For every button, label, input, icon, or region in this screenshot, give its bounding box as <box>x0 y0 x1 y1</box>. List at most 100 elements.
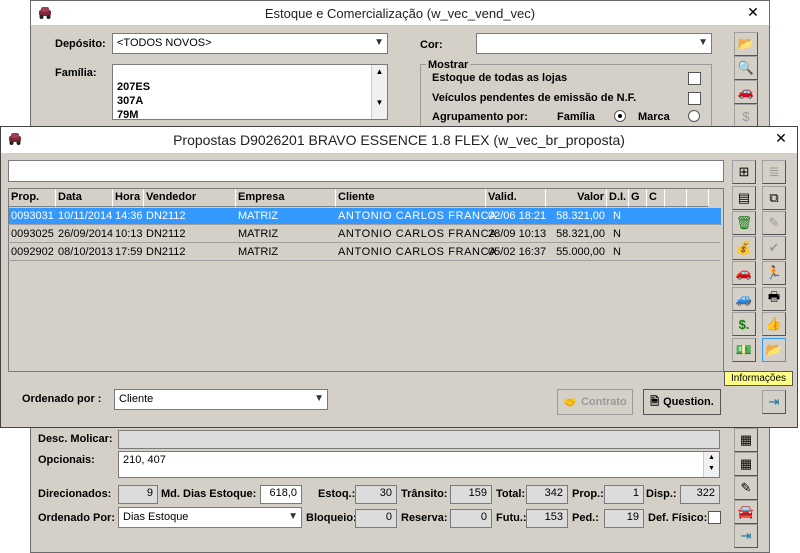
column-header-c[interactable]: C <box>647 189 665 207</box>
veiculos-pendentes-checkbox[interactable] <box>688 92 701 105</box>
opcionais-scrollbar[interactable]: ▲ ▼ <box>703 452 719 477</box>
opcionais-field: 210, 407 ▲ ▼ <box>118 451 720 478</box>
cell-empresa: MATRIZ <box>238 246 279 258</box>
checkmark-icon: ✔ <box>768 240 780 255</box>
add-row-button[interactable]: ⊞ <box>732 160 756 184</box>
column-header-data[interactable]: Data <box>56 189 113 207</box>
column-header-valid[interactable]: Valid. <box>486 189 546 207</box>
printer-icon: 🖶 <box>767 289 781 304</box>
cell-valor: 58.321,00 <box>556 210 605 222</box>
close-icon[interactable]: ✕ <box>773 130 789 146</box>
column-header-prop[interactable]: Prop. <box>9 189 56 207</box>
familia-scrollbar[interactable]: ▲ ▼ <box>371 65 387 119</box>
money-bag-icon: 💰 <box>735 240 753 255</box>
cash-button[interactable]: 💵 <box>732 338 756 362</box>
cell-cliente: ANTONIO CARLOS FRANCA <box>338 228 498 240</box>
familia-radio-label: Família <box>557 111 595 123</box>
familia-list[interactable]: 207ES 307A 79M ▲ ▼ <box>112 64 388 120</box>
proposals-search-field[interactable] <box>8 160 724 182</box>
table-row[interactable]: 0093025 26/09/2014 10:13 DN2112 MATRIZ A… <box>9 226 721 243</box>
search-doc-button[interactable]: 🔍 <box>734 56 758 80</box>
price-button[interactable]: $ <box>734 104 758 128</box>
def-fisico-checkbox[interactable] <box>708 511 721 524</box>
grid-button[interactable]: ▦ <box>734 452 758 476</box>
column-header-empresa[interactable]: Empresa <box>236 189 336 207</box>
dollar-icon: $. <box>738 316 750 332</box>
cell-vendedor: DN2112 <box>146 246 186 258</box>
vehicle-icon: 🚙 <box>735 291 753 306</box>
table-icon: ▦ <box>739 432 753 447</box>
column-header-spacer <box>665 189 687 207</box>
chevron-down-icon: ▼ <box>288 511 298 522</box>
list-button[interactable]: ≣ <box>762 160 786 184</box>
transito-label: Trânsito: <box>401 488 448 500</box>
vehicle-button[interactable]: 🚙 <box>732 287 756 311</box>
column-header-g[interactable]: G <box>629 189 647 207</box>
spreadsheet-icon: ▤ <box>737 190 751 205</box>
car-button[interactable]: 🚘 <box>734 500 758 524</box>
money-bag-button[interactable]: 💰 <box>732 236 756 260</box>
copy-icon: ⧉ <box>769 190 779 205</box>
ped-label: Ped.: <box>572 512 599 524</box>
cell-hora: 14:36 <box>115 210 143 222</box>
familia-radio[interactable] <box>614 110 626 122</box>
new-proposal-button[interactable]: ▤ <box>732 186 756 210</box>
car-icon: 🚘 <box>737 504 755 519</box>
column-header-vendedor[interactable]: Vendedor <box>144 189 236 207</box>
informacoes-button[interactable]: 📂 <box>762 338 786 362</box>
estoque-lojas-checkbox[interactable] <box>688 72 701 85</box>
transito-field: 159 <box>450 485 492 504</box>
column-header-di[interactable]: D.I. <box>607 189 629 207</box>
approve-button[interactable]: ✔ <box>762 236 786 260</box>
column-header-spacer <box>687 189 709 207</box>
cell-hora: 10:13 <box>115 228 143 240</box>
estoque-lojas-label: Estoque de todas as lojas <box>432 72 568 84</box>
cor-select[interactable]: ▼ <box>476 33 712 54</box>
exit-button[interactable]: ⇥ <box>734 524 758 548</box>
column-header-cliente[interactable]: Cliente <box>336 189 486 207</box>
ordenado-por-proposals-select[interactable]: Cliente ▼ <box>114 389 328 410</box>
edit-icon: ✎ <box>768 215 780 230</box>
contrato-button[interactable]: 🤝 Contrato <box>557 389 633 415</box>
deposito-select[interactable]: <TODOS NOVOS> ▼ <box>112 33 388 54</box>
proposals-window-title: Propostas D9026201 BRAVO ESSENCE 1.8 FLE… <box>173 132 625 148</box>
exit-door-icon: ⇥ <box>768 394 780 409</box>
cell-hora: 17:59 <box>115 246 143 258</box>
copy-button[interactable]: ⧉ <box>762 186 786 210</box>
column-header-hora[interactable]: Hora <box>113 189 144 207</box>
delete-button[interactable]: 🗑 <box>732 211 756 235</box>
close-icon[interactable]: ✕ <box>745 4 761 20</box>
price-button[interactable]: $. <box>732 312 756 336</box>
open-folder-button[interactable]: 📂 <box>734 32 758 56</box>
table-view-button[interactable]: ▦ <box>734 428 758 452</box>
column-header-valor[interactable]: Valor <box>546 189 607 207</box>
run-button[interactable]: 🏃 <box>762 261 786 285</box>
list-item[interactable]: 307A <box>117 95 143 107</box>
chevron-down-icon: ▼ <box>314 393 324 404</box>
edit-button[interactable]: ✎ <box>762 211 786 235</box>
list-item[interactable]: 79M <box>117 109 138 119</box>
table-row[interactable]: 0093031 10/11/2014 14:36 DN2112 MATRIZ A… <box>9 208 721 225</box>
marca-radio[interactable] <box>688 110 700 122</box>
car-list-button[interactable]: 🚗 <box>734 80 758 104</box>
bloqueio-label: Bloqueio: <box>306 512 357 524</box>
edit-chart-button[interactable]: ✎ <box>734 476 758 500</box>
ordenado-por-select[interactable]: Dias Estoque ▼ <box>118 507 302 528</box>
opcionais-value: 210, 407 <box>123 454 166 466</box>
thumbs-up-button[interactable]: 👍 <box>762 312 786 336</box>
cell-valor: 55.000,00 <box>556 246 605 258</box>
exit-proposals-button[interactable]: ⇥ <box>762 390 786 414</box>
direcionados-field: 9 <box>118 485 158 504</box>
exit-door-icon: ⇥ <box>740 528 752 543</box>
total-label: Total: <box>496 488 526 500</box>
print-button[interactable]: 🖶 <box>762 287 786 311</box>
table-row[interactable]: 0092902 08/10/2013 17:59 DN2112 MATRIZ A… <box>9 244 721 261</box>
cell-di: N <box>613 246 621 258</box>
back-window-titlebar: Estoque e Comercialização (w_vec_vend_ve… <box>31 1 769 25</box>
proposals-table: Prop. Data Hora Vendedor Empresa Cliente… <box>8 188 724 372</box>
contrato-label: Contrato <box>580 396 627 408</box>
question-button[interactable]: 🗎 Question. <box>643 389 721 415</box>
car-details-button[interactable]: 🚗 <box>732 261 756 285</box>
list-item[interactable]: 207ES <box>117 81 150 93</box>
cell-prop: 0092902 <box>11 246 54 258</box>
